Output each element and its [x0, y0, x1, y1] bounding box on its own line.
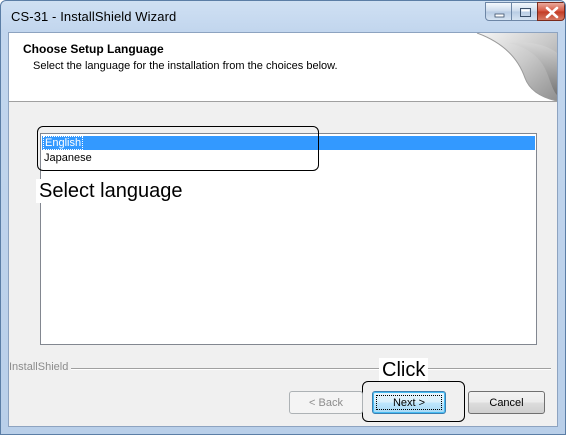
close-icon — [545, 6, 559, 19]
language-listbox[interactable]: English Japanese — [40, 133, 537, 345]
page-title: Choose Setup Language — [23, 42, 164, 56]
language-option-english[interactable]: English — [42, 136, 535, 150]
window-title: CS-31 - InstallShield Wizard — [11, 9, 177, 24]
wizard-body: Choose Setup Language Select the languag… — [8, 32, 558, 427]
title-bar[interactable]: CS-31 - InstallShield Wizard — [1, 1, 565, 31]
focus-rectangle — [376, 395, 442, 410]
minimize-icon — [494, 13, 505, 18]
page-subtitle: Select the language for the installation… — [33, 60, 338, 72]
minimize-button[interactable] — [485, 2, 512, 21]
language-option-label: English — [42, 136, 84, 150]
language-option-label: Japanese — [44, 152, 92, 164]
click-callout-label: Click — [379, 358, 429, 382]
select-language-callout-label: Select language — [36, 179, 186, 203]
wizard-header: Choose Setup Language Select the languag… — [9, 33, 557, 102]
close-button[interactable] — [537, 2, 565, 21]
installer-window: CS-31 - InstallShield Wizard Choose Setu… — [0, 0, 566, 435]
maximize-icon — [520, 8, 531, 17]
footer-divider — [71, 368, 551, 370]
installshield-page-curl-icon — [476, 33, 557, 101]
cancel-button[interactable]: Cancel — [468, 391, 545, 414]
language-option-japanese[interactable]: Japanese — [42, 151, 535, 165]
maximize-button[interactable] — [511, 2, 538, 21]
back-button[interactable]: < Back — [289, 391, 363, 414]
next-button[interactable]: Next > — [372, 391, 446, 414]
installshield-brand-label: InstallShield — [9, 361, 69, 373]
